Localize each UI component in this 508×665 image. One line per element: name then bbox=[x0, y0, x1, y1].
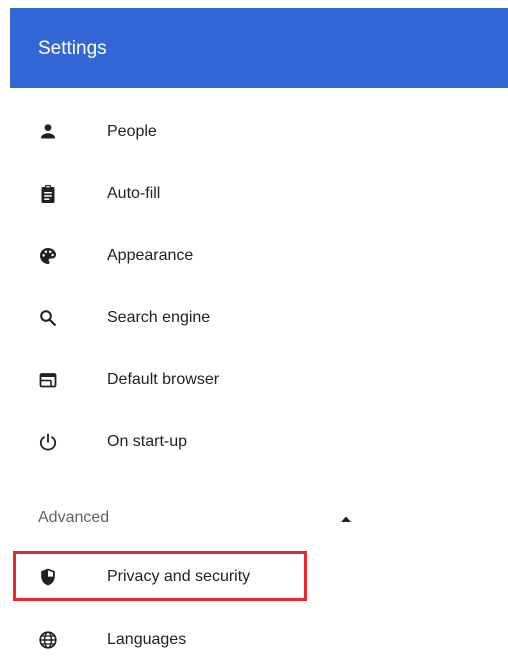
sidebar-item-search-engine[interactable]: Search engine bbox=[10, 288, 410, 348]
sidebar-item-label: Privacy and security bbox=[107, 568, 251, 585]
sidebar-item-languages[interactable]: Languages bbox=[10, 610, 410, 665]
sidebar-item-label: People bbox=[107, 123, 157, 140]
browser-window-icon bbox=[38, 370, 58, 390]
settings-page: Settings People Auto-fill Appearance Sea… bbox=[0, 0, 508, 665]
sidebar-item-label: Auto-fill bbox=[107, 185, 161, 202]
power-icon bbox=[38, 432, 58, 452]
sidebar-item-default-browser[interactable]: Default browser bbox=[10, 350, 410, 410]
sidebar-item-privacy-and-security[interactable]: Privacy and security bbox=[10, 547, 410, 607]
settings-sidebar-nav: People Auto-fill Appearance Search engin… bbox=[10, 88, 508, 665]
sidebar-item-label: On start-up bbox=[107, 433, 188, 450]
sidebar-item-label: Languages bbox=[107, 631, 187, 648]
triangle-up-icon bbox=[340, 515, 352, 523]
palette-icon bbox=[38, 246, 58, 266]
advanced-label: Advanced bbox=[38, 509, 110, 526]
settings-header: Settings bbox=[10, 8, 508, 88]
globe-icon bbox=[38, 630, 58, 650]
clipboard-icon bbox=[38, 184, 58, 204]
sidebar-item-label: Search engine bbox=[107, 309, 211, 326]
sidebar-item-appearance[interactable]: Appearance bbox=[10, 226, 410, 286]
sidebar-item-on-startup[interactable]: On start-up bbox=[10, 412, 410, 472]
sidebar-item-label: Default browser bbox=[107, 371, 220, 388]
shield-icon bbox=[38, 567, 58, 587]
page-title: Settings bbox=[38, 38, 107, 59]
person-icon bbox=[38, 122, 58, 142]
sidebar-item-people[interactable]: People bbox=[10, 102, 410, 162]
sidebar-item-autofill[interactable]: Auto-fill bbox=[10, 164, 410, 224]
advanced-section-toggle[interactable]: Advanced bbox=[10, 494, 410, 542]
search-icon bbox=[38, 308, 58, 328]
sidebar-item-label: Appearance bbox=[107, 247, 194, 264]
